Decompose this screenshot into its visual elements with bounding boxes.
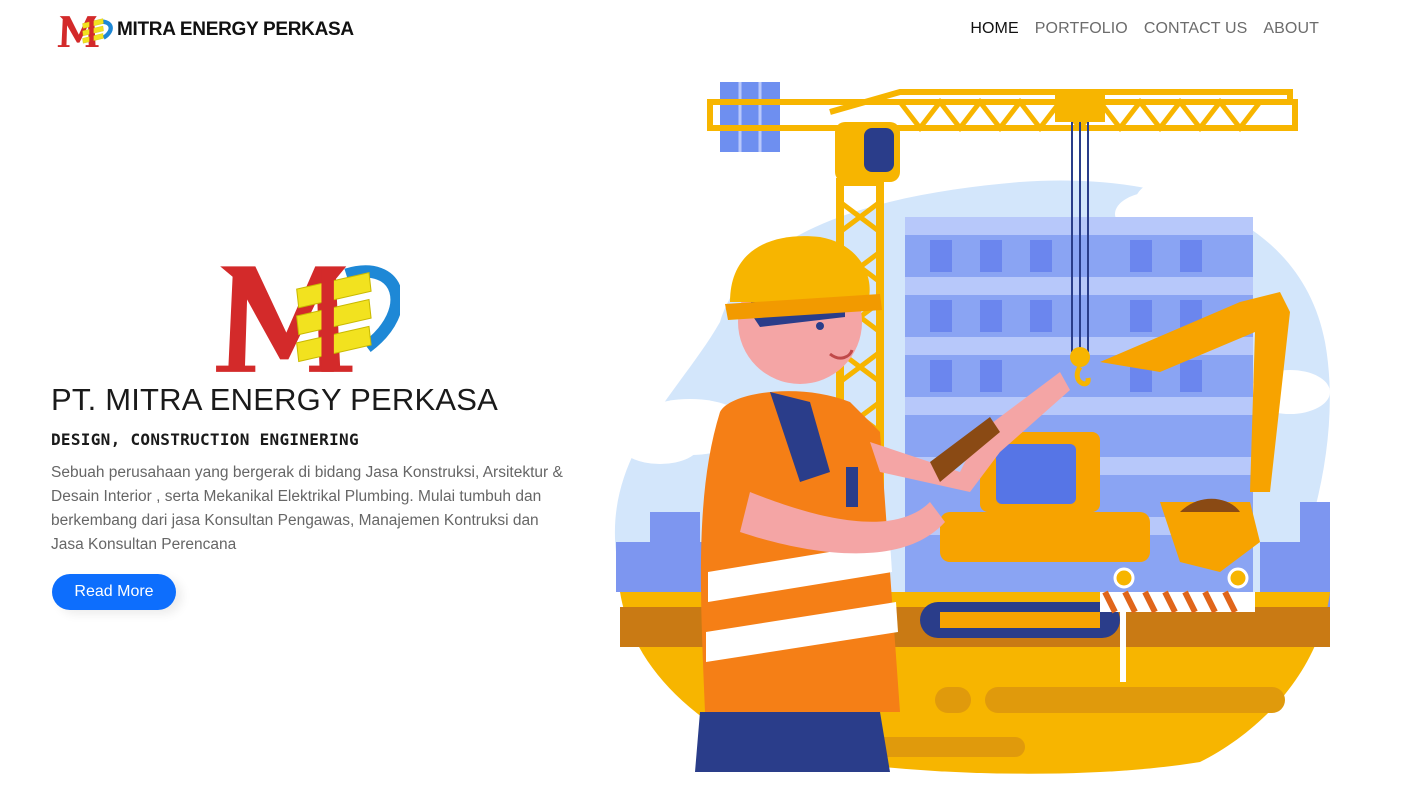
hero-subtitle: DESIGN, CONSTRUCTION ENGINERING bbox=[51, 430, 359, 449]
nav-link-contact-us[interactable]: CONTACT US bbox=[1144, 20, 1248, 37]
main-nav: HOME PORTFOLIO CONTACT US ABOUT bbox=[970, 20, 1319, 38]
hero-description: Sebuah perusahaan yang bergerak di bidan… bbox=[51, 464, 563, 553]
nav-item-contact: CONTACT US bbox=[1144, 20, 1248, 38]
mep-logo-icon bbox=[57, 16, 113, 47]
nav-link-portfolio[interactable]: PORTFOLIO bbox=[1035, 20, 1128, 37]
read-more-button[interactable]: Read More bbox=[52, 574, 176, 610]
nav-link-about[interactable]: ABOUT bbox=[1263, 20, 1319, 37]
brand-link[interactable]: MITRA ENERGY PERKASA bbox=[57, 13, 354, 47]
hero-title: PT. MITRA ENERGY PERKASA bbox=[51, 382, 498, 417]
brand-name: MITRA ENERGY PERKASA bbox=[117, 19, 354, 40]
nav-item-about: ABOUT bbox=[1263, 20, 1319, 38]
navbar: MITRA ENERGY PERKASA HOME PORTFOLIO CONT… bbox=[0, 0, 1414, 62]
nav-link-home[interactable]: HOME bbox=[970, 20, 1018, 37]
mep-logo-icon bbox=[216, 265, 400, 372]
construction-worker-illustration bbox=[614, 82, 1330, 774]
nav-item-home: HOME bbox=[970, 20, 1018, 38]
nav-item-portfolio: PORTFOLIO bbox=[1035, 20, 1128, 38]
